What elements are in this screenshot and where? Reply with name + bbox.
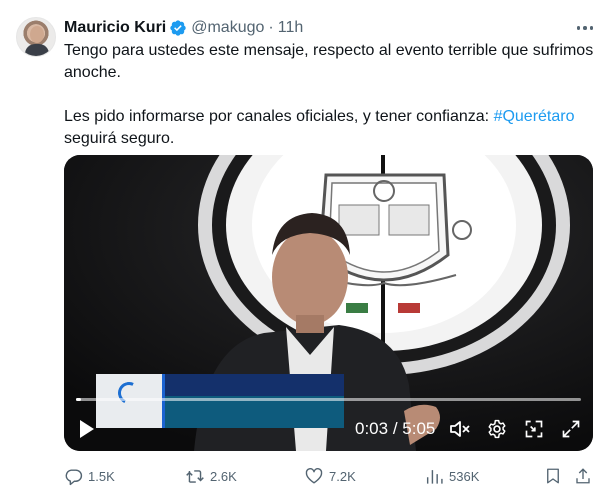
video-duration: 5:05	[402, 419, 436, 438]
verified-badge-icon	[169, 19, 187, 37]
reply-button[interactable]: 1.5K	[64, 462, 115, 490]
reply-icon	[65, 468, 83, 485]
video-player[interactable]: 0:03 / 5:05	[64, 155, 593, 451]
author-handle[interactable]: @makugo	[191, 19, 264, 37]
tweet-header: Mauricio Kuri @makugo · 11h	[64, 17, 303, 39]
mute-icon[interactable]	[447, 413, 473, 445]
views-button[interactable]: 536K	[424, 462, 479, 490]
views-count: 536K	[449, 468, 480, 484]
repost-button[interactable]: 2.6K	[185, 462, 237, 490]
avatar-suit	[25, 44, 49, 56]
reply-count: 1.5K	[88, 468, 115, 484]
video-progress-fill	[76, 398, 82, 401]
repost-icon	[186, 469, 204, 483]
video-progress-bar[interactable]	[76, 398, 581, 401]
video-current-time: 0:03	[355, 419, 389, 438]
video-controls: 0:03 / 5:05	[64, 413, 593, 445]
picture-in-picture-icon[interactable]	[521, 413, 547, 445]
views-icon	[426, 469, 443, 484]
like-button[interactable]: 7.2K	[304, 462, 356, 490]
avatar[interactable]	[16, 17, 56, 57]
tweet-paragraph-2: Les pido informarse por canales oficiale…	[64, 106, 594, 150]
repost-count: 2.6K	[210, 468, 237, 484]
like-count: 7.2K	[329, 468, 356, 484]
avatar-face	[30, 26, 44, 43]
separator-dot: ·	[268, 19, 274, 36]
bookmark-icon[interactable]	[544, 462, 567, 490]
more-icon[interactable]	[574, 18, 596, 38]
tweet-actions: 1.5K 2.6K 7.2K 536K	[64, 462, 594, 490]
fullscreen-icon[interactable]	[558, 413, 584, 445]
post-time[interactable]: 11h	[278, 19, 304, 37]
tweet-text-after-hashtag: seguirá seguro.	[64, 130, 175, 147]
video-timecode: 0:03 / 5:05	[355, 418, 435, 440]
tweet-text-before-hashtag: Les pido informarse por canales oficiale…	[64, 108, 494, 125]
heart-icon	[305, 467, 323, 484]
author-name[interactable]: Mauricio Kuri	[64, 19, 166, 37]
play-icon[interactable]	[74, 413, 100, 445]
tweet[interactable]: Mauricio Kuri @makugo · 11h Tengo para u…	[0, 0, 612, 500]
video-time-separator: /	[388, 419, 403, 438]
share-icon[interactable]	[574, 462, 597, 490]
tweet-paragraph-1: Tengo para ustedes este mensaje, respect…	[64, 42, 594, 81]
hashtag-link[interactable]: #Querétaro	[494, 108, 575, 125]
gear-icon[interactable]	[484, 413, 510, 445]
tweet-text: Tengo para ustedes este mensaje, respect…	[64, 40, 594, 150]
